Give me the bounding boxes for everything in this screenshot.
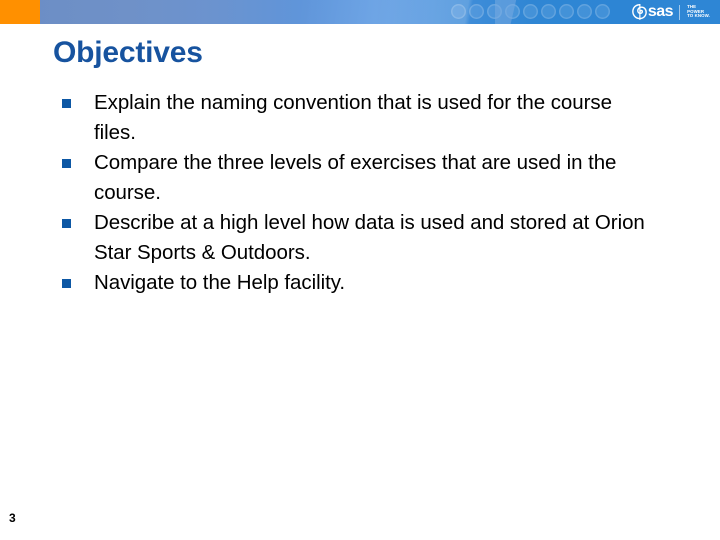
sas-logo: sas THE POWER TO KNOW.: [632, 2, 710, 22]
list-item: Describe at a high level how data is use…: [62, 208, 682, 268]
sas-wordmark: sas: [647, 3, 674, 20]
header-decor-dot-icon: [451, 4, 466, 19]
list-item-label: Explain the naming convention that is us…: [94, 91, 612, 144]
sas-tagline: THE POWER TO KNOW.: [687, 4, 710, 19]
square-bullet-icon: [62, 279, 71, 288]
header-decor-dot-icon: [595, 4, 610, 19]
header-orange-accent-block: [0, 0, 40, 24]
list-item-label: Describe at a high level how data is use…: [94, 211, 645, 264]
logo-divider: [679, 4, 681, 20]
square-bullet-icon: [62, 159, 71, 168]
header-decor-dot-icon: [541, 4, 556, 19]
header-decor-dot-icon: [469, 4, 484, 19]
slide-header-band: sas THE POWER TO KNOW.: [0, 0, 720, 24]
list-item-label: Navigate to the Help facility.: [94, 271, 346, 294]
tagline-line-3: TO KNOW.: [687, 13, 710, 19]
sas-logo-lockup: sas: [632, 3, 674, 20]
objectives-bullet-list: Explain the naming convention that is us…: [62, 88, 682, 298]
page-number: 3: [9, 511, 16, 525]
list-item: Explain the naming convention that is us…: [62, 88, 682, 148]
header-decor-dot-icon: [577, 4, 592, 19]
list-item: Navigate to the Help facility.: [62, 268, 682, 298]
page-title: Objectives: [53, 36, 203, 69]
list-item: Compare the three levels of exercises th…: [62, 148, 682, 208]
square-bullet-icon: [62, 219, 71, 228]
list-item-label: Compare the three levels of exercises th…: [94, 151, 617, 204]
sas-swirl-icon: [632, 4, 647, 20]
header-decor-dot-icon: [559, 4, 574, 19]
header-diagonal-edge: [495, 0, 535, 24]
square-bullet-icon: [62, 99, 71, 108]
